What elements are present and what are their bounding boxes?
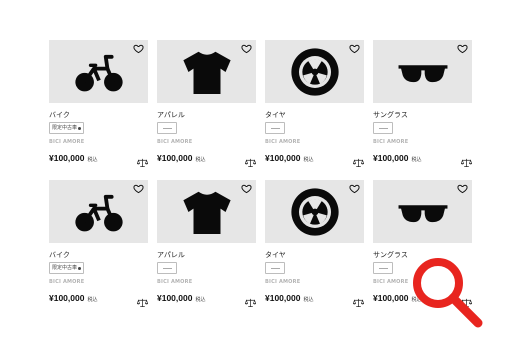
tax-label: 税込 (411, 157, 422, 163)
placeholder-dash (162, 267, 172, 269)
magnifier-icon (413, 258, 483, 328)
scale-icon[interactable] (136, 153, 149, 167)
product-price: ¥100,000 (373, 293, 409, 303)
product-card-7[interactable]: タイヤ BICI AMORE ¥100,000 税込 (265, 180, 365, 320)
status-badge: 限定中古車 (49, 122, 85, 134)
product-card-6[interactable]: アパレル BICI AMORE ¥100,000 税込 (157, 180, 257, 320)
brand-label: BICI AMORE (49, 139, 85, 145)
product-name[interactable]: サングラス (373, 111, 408, 120)
product-price: ¥100,000 (49, 153, 85, 163)
heart-icon[interactable] (349, 43, 360, 54)
brand-label: BICI AMORE (265, 279, 301, 285)
product-name[interactable]: バイク (49, 111, 70, 120)
tax-label: 税込 (87, 157, 98, 163)
tire-icon (290, 187, 339, 236)
product-image[interactable] (265, 180, 364, 243)
product-price: ¥100,000 (265, 153, 301, 163)
status-badge (265, 262, 285, 274)
product-name[interactable]: バイク (49, 251, 70, 260)
product-card-2[interactable]: アパレル BICI AMORE ¥100,000 税込 (157, 40, 257, 180)
product-card-5[interactable]: バイク 限定中古車 BICI AMORE ¥100,000 税込 (49, 180, 149, 320)
product-card-1[interactable]: バイク 限定中古車 BICI AMORE ¥100,000 税込 (49, 40, 149, 180)
heart-icon[interactable] (241, 183, 252, 194)
product-price: ¥100,000 (157, 293, 193, 303)
price-row: ¥100,000 税込 (265, 153, 364, 165)
brand-label: BICI AMORE (373, 279, 409, 285)
product-card-4[interactable]: サングラス BICI AMORE ¥100,000 税込 (373, 40, 473, 180)
tshirt-icon (182, 51, 231, 94)
tire-icon (290, 47, 339, 96)
badge-label: 限定中古車 (52, 265, 78, 271)
dot-icon (78, 266, 82, 270)
product-image[interactable] (373, 180, 472, 243)
placeholder-dash (270, 127, 280, 129)
brand-label: BICI AMORE (265, 139, 301, 145)
placeholder-dash (270, 267, 280, 269)
product-price: ¥100,000 (49, 293, 85, 303)
status-badge (157, 122, 177, 134)
product-name[interactable]: アパレル (157, 251, 185, 260)
brand-label: BICI AMORE (49, 279, 85, 285)
product-image[interactable] (265, 40, 364, 103)
product-name[interactable]: サングラス (373, 251, 408, 260)
heart-icon[interactable] (133, 183, 144, 194)
price-row: ¥100,000 税込 (49, 293, 148, 305)
sunglasses-icon (398, 64, 447, 82)
status-badge (373, 122, 393, 134)
price-row: ¥100,000 税込 (265, 293, 364, 305)
scale-icon[interactable] (244, 153, 257, 167)
status-badge (157, 262, 177, 274)
status-badge (265, 122, 285, 134)
status-badge (373, 262, 393, 274)
scale-icon[interactable] (352, 293, 365, 307)
heart-icon[interactable] (349, 183, 360, 194)
placeholder-dash (378, 267, 388, 269)
product-name[interactable]: タイヤ (265, 251, 286, 260)
brand-label: BICI AMORE (373, 139, 409, 145)
price-row: ¥100,000 税込 (373, 153, 472, 165)
product-image[interactable] (49, 180, 148, 243)
heart-icon[interactable] (457, 43, 468, 54)
dot-icon (78, 126, 82, 130)
price-row: ¥100,000 税込 (49, 153, 148, 165)
heart-icon[interactable] (133, 43, 144, 54)
product-card-3[interactable]: タイヤ BICI AMORE ¥100,000 税込 (265, 40, 365, 180)
scale-icon[interactable] (244, 293, 257, 307)
status-badge: 限定中古車 (49, 262, 85, 274)
product-image[interactable] (157, 180, 256, 243)
scale-icon[interactable] (352, 153, 365, 167)
brand-label: BICI AMORE (157, 279, 193, 285)
tax-label: 税込 (303, 157, 314, 163)
product-image[interactable] (49, 40, 148, 103)
heart-icon[interactable] (241, 43, 252, 54)
product-price: ¥100,000 (157, 153, 193, 163)
brand-label: BICI AMORE (157, 139, 193, 145)
product-image[interactable] (373, 40, 472, 103)
product-name[interactable]: タイヤ (265, 111, 286, 120)
scale-icon[interactable] (460, 153, 473, 167)
tax-label: 税込 (87, 297, 98, 303)
sunglasses-icon (398, 204, 447, 222)
tax-label: 税込 (195, 297, 206, 303)
placeholder-dash (378, 127, 388, 129)
price-row: ¥100,000 税込 (157, 293, 256, 305)
tshirt-icon (182, 191, 231, 234)
bicycle-icon (74, 54, 123, 91)
product-image[interactable] (157, 40, 256, 103)
placeholder-dash (162, 127, 172, 129)
price-row: ¥100,000 税込 (157, 153, 256, 165)
heart-icon[interactable] (457, 183, 468, 194)
badge-label: 限定中古車 (52, 125, 78, 131)
scale-icon[interactable] (136, 293, 149, 307)
tax-label: 税込 (195, 157, 206, 163)
product-price: ¥100,000 (265, 293, 301, 303)
bicycle-icon (74, 194, 123, 231)
tax-label: 税込 (303, 297, 314, 303)
product-name[interactable]: アパレル (157, 111, 185, 120)
product-price: ¥100,000 (373, 153, 409, 163)
